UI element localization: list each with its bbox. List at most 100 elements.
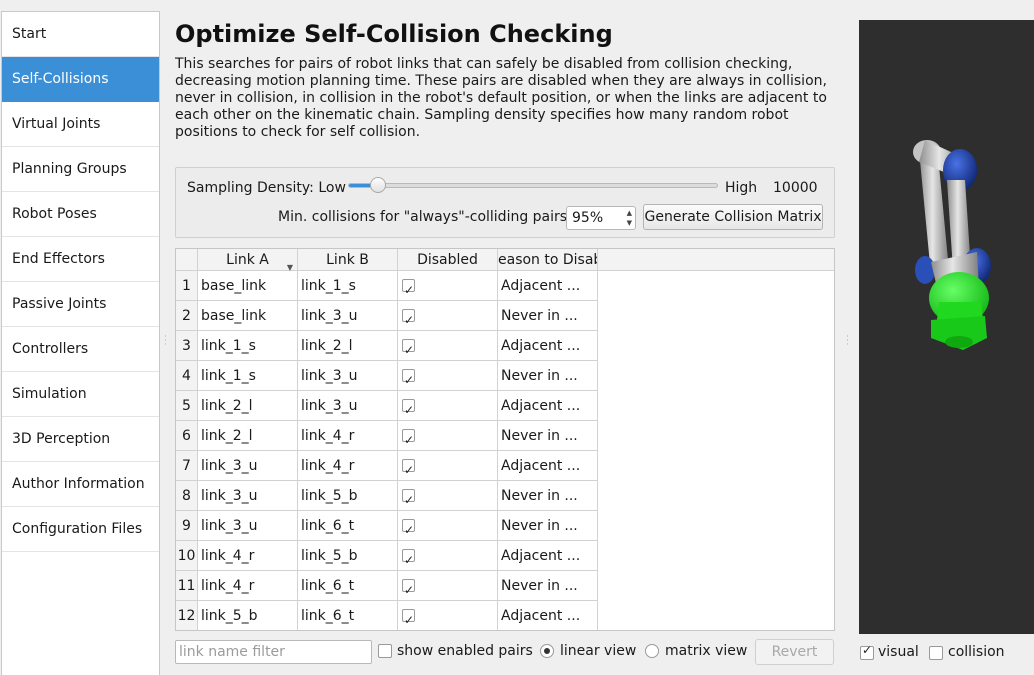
link-name-filter-input[interactable]: [175, 640, 372, 664]
disabled-checkbox[interactable]: [402, 515, 415, 540]
linear-view-radio[interactable]: [540, 644, 554, 658]
sidebar-item-3d-perception[interactable]: 3D Perception: [2, 417, 159, 462]
link-b-cell: link_5_b: [298, 541, 398, 571]
disabled-checkbox[interactable]: [402, 365, 415, 390]
link-b-cell: link_4_r: [298, 421, 398, 451]
link-b-cell: link_3_u: [298, 301, 398, 331]
disabled-checkbox[interactable]: [402, 425, 415, 450]
row-number: 9: [176, 511, 198, 541]
density-value: 10000: [773, 180, 818, 196]
row-number: 2: [176, 301, 198, 331]
sidebar-item-planning-groups[interactable]: Planning Groups: [2, 147, 159, 192]
min-collisions-label: Min. collisions for "always"-colliding p…: [278, 209, 572, 225]
sidebar-item-configuration-files[interactable]: Configuration Files: [2, 507, 159, 552]
disabled-checkbox[interactable]: [402, 335, 415, 360]
table-row[interactable]: 7link_3_ulink_4_r Adjacent ...: [176, 451, 598, 481]
min-collisions-spinbox[interactable]: 95% ▲ ▼: [566, 206, 636, 230]
column-header-4[interactable]: eason to Disab: [498, 249, 598, 271]
sidebar-item-virtual-joints[interactable]: Virtual Joints: [2, 102, 159, 147]
spin-up-icon[interactable]: ▲: [627, 209, 632, 217]
splitter-handle-right[interactable]: · · ·: [846, 333, 849, 350]
disabled-checkbox[interactable]: [402, 545, 415, 570]
slider-handle[interactable]: [369, 177, 386, 193]
link-a-cell: link_2_l: [198, 421, 298, 451]
row-number: 5: [176, 391, 198, 421]
table-row[interactable]: 4link_1_slink_3_u Never in ...: [176, 361, 598, 391]
disabled-cell: [398, 451, 498, 481]
revert-button[interactable]: Revert: [755, 639, 834, 665]
link-a-cell: base_link: [198, 301, 298, 331]
reason-cell: Adjacent ...: [498, 271, 598, 301]
reason-cell: Never in ...: [498, 571, 598, 601]
table-row[interactable]: 6link_2_llink_4_r Never in ...: [176, 421, 598, 451]
sidebar-item-controllers[interactable]: Controllers: [2, 327, 159, 372]
table-row[interactable]: 3link_1_slink_2_l Adjacent ...: [176, 331, 598, 361]
disabled-cell: [398, 391, 498, 421]
link-a-cell: link_2_l: [198, 391, 298, 421]
disabled-checkbox[interactable]: [402, 455, 415, 480]
column-header-3[interactable]: Disabled: [398, 249, 498, 271]
column-header-label: Link A: [226, 252, 269, 268]
table-header: Link A ▼ Link B Disabled eason to Disab: [176, 249, 834, 271]
reason-cell: Adjacent ...: [498, 601, 598, 630]
sidebar-item-simulation[interactable]: Simulation: [2, 372, 159, 417]
visual-checkbox[interactable]: [860, 643, 874, 660]
collision-checkbox[interactable]: [929, 646, 943, 660]
disabled-checkbox[interactable]: [402, 395, 415, 420]
reason-cell: Never in ...: [498, 361, 598, 391]
reason-cell: Adjacent ...: [498, 391, 598, 421]
table-row[interactable]: 12link_5_blink_6_t Adjacent ...: [176, 601, 598, 630]
matrix-view-radio[interactable]: [645, 644, 659, 658]
collision-label: collision: [948, 644, 1005, 660]
link-b-cell: link_3_u: [298, 361, 398, 391]
reason-cell: Never in ...: [498, 481, 598, 511]
column-header-1[interactable]: Link A ▼: [198, 249, 298, 271]
link-b-cell: link_6_t: [298, 511, 398, 541]
table-row[interactable]: 2base_linklink_3_u Never in ...: [176, 301, 598, 331]
table-row[interactable]: 8link_3_ulink_5_b Never in ...: [176, 481, 598, 511]
row-number: 3: [176, 331, 198, 361]
link-b-cell: link_4_r: [298, 451, 398, 481]
column-header-2[interactable]: Link B: [298, 249, 398, 271]
table-row[interactable]: 11link_4_rlink_6_t Never in ...: [176, 571, 598, 601]
spin-down-icon[interactable]: ▼: [627, 219, 632, 227]
collision-table[interactable]: Link A ▼ Link B Disabled eason to Disab 1 bas…: [175, 248, 835, 631]
robot-3d-viewport[interactable]: [859, 20, 1034, 634]
table-row[interactable]: 10link_4_rlink_5_b Adjacent ...: [176, 541, 598, 571]
splitter-handle-left[interactable]: · · ·: [164, 333, 167, 350]
reason-cell: Never in ...: [498, 421, 598, 451]
sidebar-item-start[interactable]: Start: [2, 12, 159, 57]
show-enabled-pairs-checkbox[interactable]: [378, 644, 392, 658]
disabled-checkbox[interactable]: [402, 485, 415, 510]
row-number: 4: [176, 361, 198, 391]
sort-down-icon: ▼: [286, 263, 293, 271]
link-b-cell: link_1_s: [298, 271, 398, 301]
generate-collision-matrix-button[interactable]: Generate Collision Matrix: [643, 204, 823, 230]
table-row[interactable]: 5link_2_llink_3_u Adjacent ...: [176, 391, 598, 421]
sidebar-item-passive-joints[interactable]: Passive Joints: [2, 282, 159, 327]
row-number: 7: [176, 451, 198, 481]
disabled-cell: [398, 601, 498, 630]
link-b-cell: link_5_b: [298, 481, 398, 511]
show-enabled-pairs-label: show enabled pairs: [397, 643, 533, 659]
column-header-label: Link B: [326, 252, 369, 268]
link-b-cell: link_6_t: [298, 601, 398, 630]
sidebar-item-robot-poses[interactable]: Robot Poses: [2, 192, 159, 237]
link-b-cell: link_3_u: [298, 391, 398, 421]
sampling-density-slider[interactable]: [348, 183, 718, 188]
table-row[interactable]: 1base_linklink_1_s Adjacent ...: [176, 271, 598, 301]
link-b-cell: link_6_t: [298, 571, 398, 601]
sidebar-item-author-information[interactable]: Author Information: [2, 462, 159, 507]
sidebar-item-end-effectors[interactable]: End Effectors: [2, 237, 159, 282]
min-collisions-value: 95%: [572, 210, 604, 226]
disabled-checkbox[interactable]: [402, 275, 415, 300]
reason-cell: Adjacent ...: [498, 541, 598, 571]
sidebar-item-self-collisions[interactable]: Self-Collisions: [2, 57, 159, 102]
disabled-checkbox[interactable]: [402, 305, 415, 330]
disabled-checkbox[interactable]: [402, 605, 415, 630]
column-header-label: Disabled: [417, 252, 478, 268]
table-row[interactable]: 9link_3_ulink_6_t Never in ...: [176, 511, 598, 541]
reason-cell: Never in ...: [498, 301, 598, 331]
row-number: 8: [176, 481, 198, 511]
disabled-checkbox[interactable]: [402, 575, 415, 600]
